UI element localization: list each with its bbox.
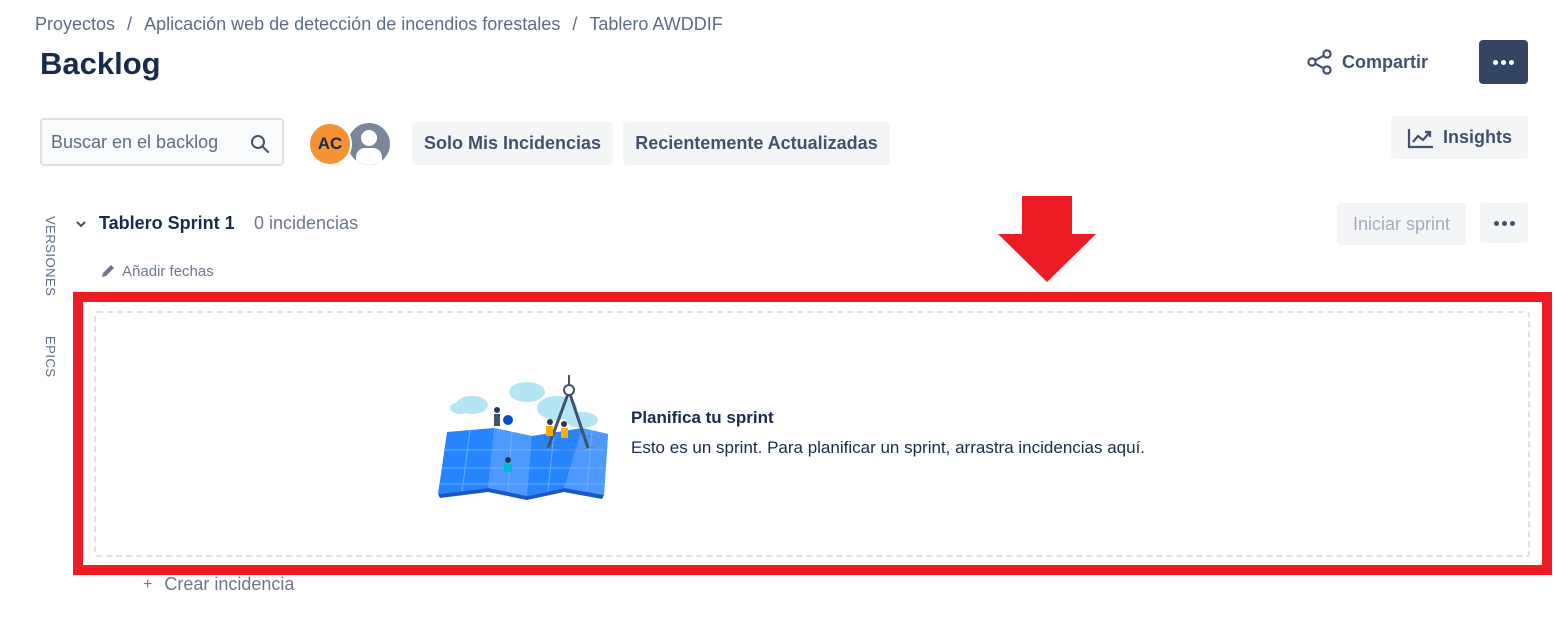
annotation-highlight-frame	[73, 292, 1552, 575]
breadcrumb-project-name[interactable]: Aplicación web de detección de incendios…	[144, 14, 560, 35]
add-dates-label: Añadir fechas	[122, 262, 214, 280]
share-button[interactable]: Compartir	[1298, 42, 1436, 82]
share-label: Compartir	[1342, 51, 1429, 72]
search-icon[interactable]	[250, 134, 270, 154]
breadcrumb-separator: /	[127, 14, 133, 34]
avatar-unassigned[interactable]	[346, 121, 392, 167]
breadcrumb-board[interactable]: Tablero AWDDIF	[589, 14, 722, 35]
sprint-name: Tablero Sprint 1	[99, 213, 235, 233]
page-title: Backlog	[40, 46, 161, 81]
user-icon	[356, 130, 382, 165]
insights-button[interactable]: Insights	[1391, 116, 1528, 159]
insights-label: Insights	[1442, 127, 1512, 147]
plus-icon: +	[143, 575, 153, 593]
side-tab-epics[interactable]: EPICS	[43, 336, 58, 378]
avatar-ac[interactable]: AC	[308, 122, 352, 166]
breadcrumb: Proyectos / Aplicación web de detección …	[35, 14, 723, 35]
side-tab-versions[interactable]: VERSIONES	[43, 216, 58, 296]
breadcrumb-separator: /	[572, 14, 578, 34]
filter-only-my-issues[interactable]: Solo Mis Incidencias	[412, 122, 613, 165]
sprint-issue-count: 0 incidencias	[254, 213, 359, 233]
backlog-search	[40, 118, 284, 166]
pencil-icon	[102, 265, 114, 277]
breadcrumb-projects[interactable]: Proyectos	[35, 14, 115, 35]
create-issue-button[interactable]: + Crear incidencia	[143, 574, 294, 595]
more-horizontal-icon	[1493, 220, 1515, 226]
share-icon	[1307, 49, 1332, 75]
sprint-more-actions-button[interactable]	[1480, 203, 1528, 243]
filter-recently-updated[interactable]: Recientemente Actualizadas	[623, 122, 890, 165]
start-sprint-button[interactable]: Iniciar sprint	[1337, 203, 1466, 245]
search-input[interactable]	[42, 131, 241, 153]
add-dates-link[interactable]: Añadir fechas	[99, 262, 214, 280]
create-issue-label: Crear incidencia	[164, 574, 295, 594]
chevron-down-icon[interactable]	[74, 217, 88, 231]
annotation-arrow-down-icon	[998, 196, 1096, 282]
page-more-actions-button[interactable]	[1479, 40, 1528, 84]
more-horizontal-icon	[1493, 59, 1514, 65]
chart-trend-icon	[1407, 128, 1433, 148]
